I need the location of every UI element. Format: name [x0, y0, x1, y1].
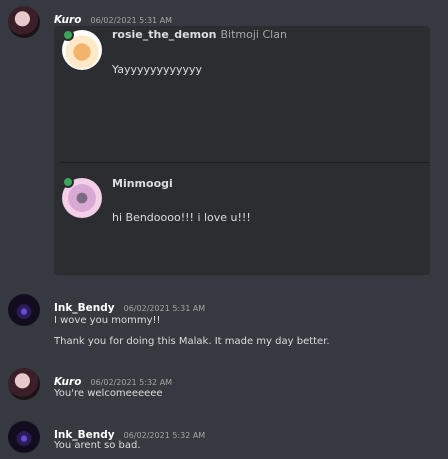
message-text: You arent so bad. [54, 440, 141, 451]
message-header: Ink_Bendy 06/02/2021 5:31 AM [54, 296, 205, 315]
message: Kuro 06/02/2021 5:31 AM rosie_the_demon B… [0, 0, 448, 280]
timestamp: 06/02/2021 5:32 AM [90, 378, 173, 387]
timestamp: 06/02/2021 5:31 AM [90, 16, 173, 25]
online-status-icon [62, 176, 74, 188]
timestamp: 06/02/2021 5:31 AM [123, 304, 206, 313]
embedded-post-text: Yayyyyyyyyyyyy [112, 63, 203, 76]
timestamp: 06/02/2021 5:32 AM [123, 431, 206, 440]
avatar[interactable] [8, 368, 40, 400]
embedded-post-header: rosie_the_demon Bitmoji Clan [112, 28, 287, 41]
message-text: You're welcomeeeeee [54, 388, 163, 399]
embedded-post: Minmoogi hi Bendoooo!!! i love u!!! [54, 163, 430, 275]
message: Ink_Bendy 06/02/2021 5:31 AM I wove you … [0, 292, 448, 352]
embedded-username: rosie_the_demon [112, 28, 217, 41]
embedded-username: Minmoogi [112, 177, 173, 190]
embedded-post-header: Minmoogi [112, 177, 173, 190]
username[interactable]: Kuro [54, 376, 81, 388]
embedded-user-tag: Bitmoji Clan [220, 28, 287, 41]
message-text: I wove you mommy!! [54, 315, 161, 326]
username[interactable]: Ink_Bendy [54, 302, 115, 314]
online-status-icon [62, 29, 74, 41]
message-header: Kuro 06/02/2021 5:32 AM [54, 370, 172, 389]
avatar[interactable] [8, 6, 40, 38]
embedded-post: rosie_the_demon Bitmoji Clan Yayyyyyyyyyy… [54, 26, 430, 162]
message-header: Kuro 06/02/2021 5:31 AM [54, 8, 172, 27]
avatar[interactable] [8, 421, 40, 453]
embedded-post-text: hi Bendoooo!!! i love u!!! [112, 211, 251, 224]
avatar[interactable] [8, 294, 40, 326]
message: Ink_Bendy 06/02/2021 5:32 AM You arent s… [0, 419, 448, 459]
message: Kuro 06/02/2021 5:32 AM You're welcomeee… [0, 366, 448, 406]
message-text: Thank you for doing this Malak. It made … [54, 336, 330, 347]
screenshot-embed[interactable]: rosie_the_demon Bitmoji Clan Yayyyyyyyyyy… [54, 26, 430, 275]
username[interactable]: Kuro [54, 14, 81, 26]
